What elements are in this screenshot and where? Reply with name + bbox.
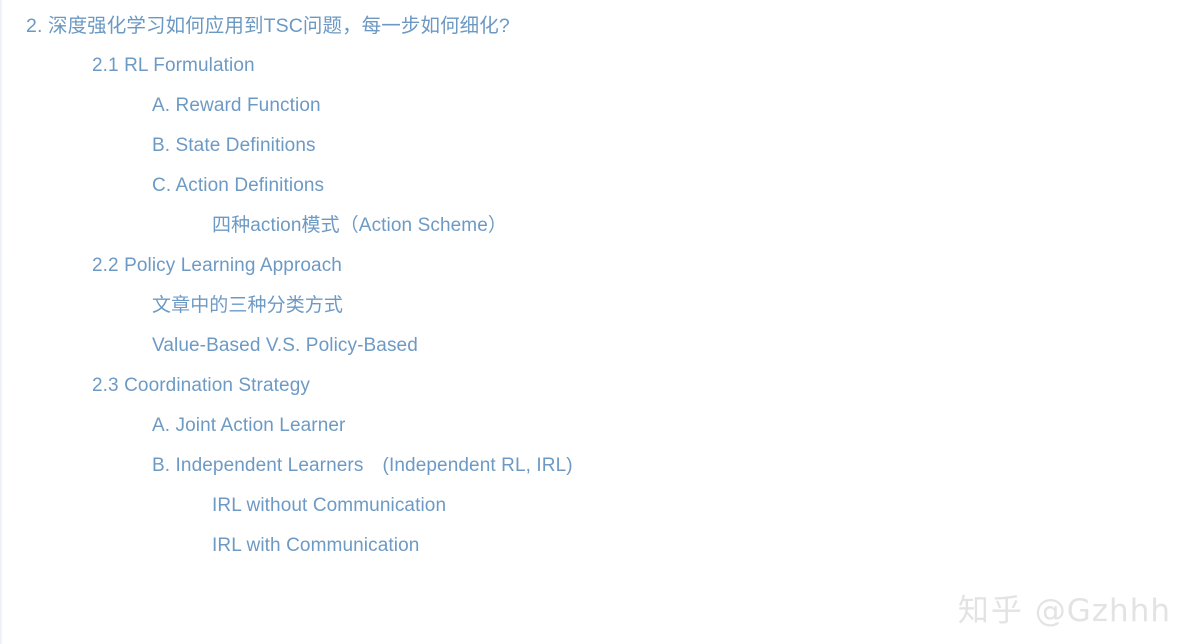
watermark-handle-label: @Gzhhh bbox=[1034, 593, 1171, 629]
watermark: 知乎 @Gzhhh bbox=[936, 549, 1171, 630]
outline-item-level-2: A. Joint Action Learner bbox=[152, 415, 346, 436]
outline-heading: 2. 深度强化学习如何应用到TSC问题，每一步如何细化? bbox=[26, 15, 510, 37]
outline-item-level-1: 2.2 Policy Learning Approach bbox=[92, 255, 342, 276]
outline-item-level-2: B. Independent Learners (Independent RL,… bbox=[152, 455, 573, 476]
outline-item-level-1: 2.1 RL Formulation bbox=[92, 55, 255, 76]
outline-item-level-2: Value-Based V.S. Policy-Based bbox=[152, 335, 418, 356]
outline-item-level-2: C. Action Definitions bbox=[152, 175, 325, 196]
outline-item-level-2: B. State Definitions bbox=[152, 135, 316, 156]
outline-item-level-3: 四种action模式（Action Scheme） bbox=[212, 215, 507, 236]
watermark-spacer bbox=[1024, 593, 1035, 629]
document-outline: 2. 深度强化学习如何应用到TSC问题，每一步如何细化? 2.1 RL Formu… bbox=[0, 0, 1197, 566]
outline-item-level-1: 2.3 Coordination Strategy bbox=[92, 375, 310, 396]
outline-item-level-3: IRL without Communication bbox=[212, 495, 447, 516]
watermark-site-label: 知乎 bbox=[957, 593, 1024, 629]
outline-item-level-2: 文章中的三种分类方式 bbox=[152, 295, 344, 316]
outline-item-level-2: A. Reward Function bbox=[152, 95, 321, 116]
